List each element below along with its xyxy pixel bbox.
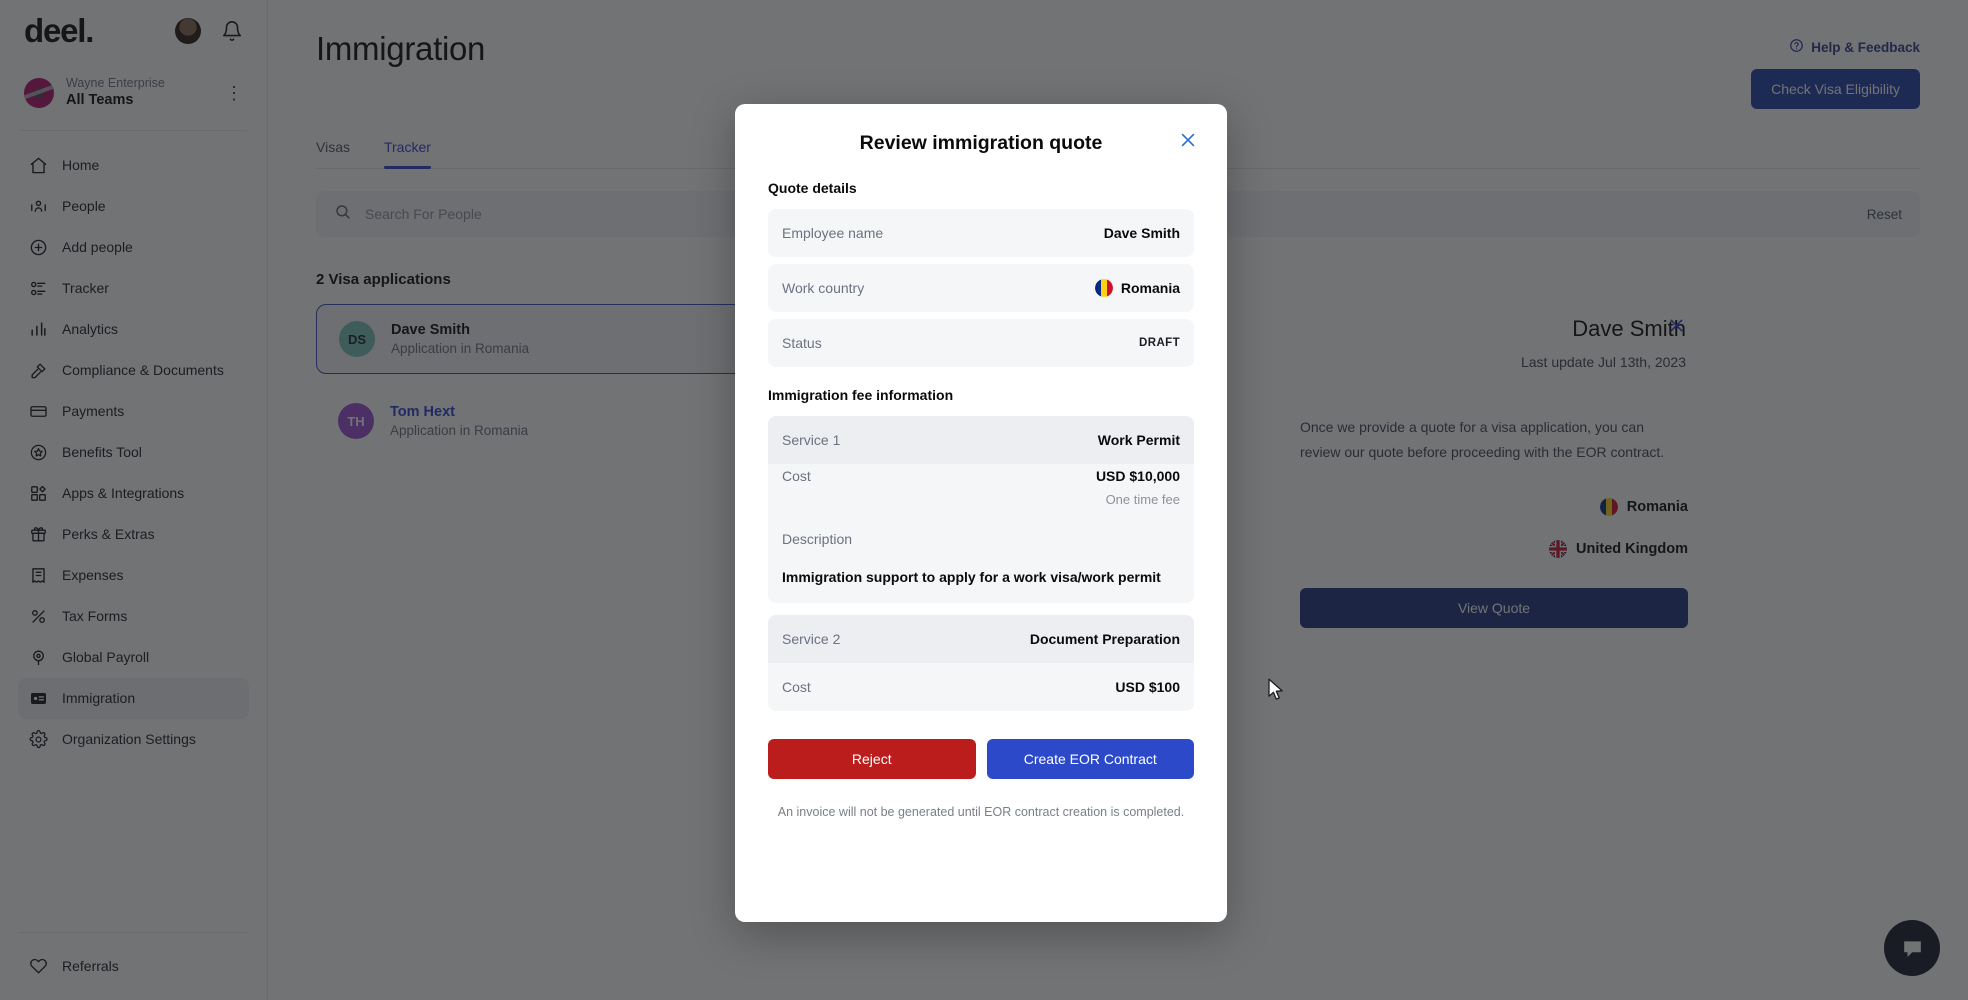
fee-information-title: Immigration fee information: [768, 387, 1194, 403]
quote-row-work-country: Work country Romania: [768, 264, 1194, 312]
service-1-cost-note: One time fee: [782, 492, 1180, 507]
reject-button[interactable]: Reject: [768, 739, 976, 779]
service-1-group: Service 1 Work Permit Cost USD $10,000 O…: [768, 416, 1194, 603]
row-label: Service 1: [782, 432, 840, 448]
service-1-description: Description Immigration support to apply…: [768, 521, 1194, 603]
row-label: Cost: [782, 468, 811, 484]
quote-details-group-status: Status DRAFT: [768, 319, 1194, 367]
modal-header: Review immigration quote: [768, 126, 1194, 160]
close-icon[interactable]: [1178, 130, 1198, 155]
service-1-cost-top: Cost USD $10,000: [782, 468, 1180, 484]
row-value: Romania: [1121, 280, 1180, 296]
row-value: USD $10,000: [1096, 468, 1180, 484]
row-label: Employee name: [782, 225, 883, 241]
service-1-row: Service 1 Work Permit: [768, 416, 1194, 464]
row-value: Work Permit: [1098, 432, 1180, 448]
quote-details-title: Quote details: [768, 180, 1194, 196]
service-1-cost: Cost USD $10,000 One time fee: [768, 464, 1194, 521]
quote-details-group-country: Work country Romania: [768, 264, 1194, 312]
romania-flag-icon: [1095, 279, 1113, 297]
row-value-wrap: Romania: [1095, 279, 1180, 297]
row-spacer: [768, 603, 1194, 615]
row-label: Work country: [782, 280, 864, 296]
modal-footnote: An invoice will not be generated until E…: [768, 805, 1194, 819]
review-immigration-quote-modal: Review immigration quote Quote details E…: [735, 104, 1227, 922]
status-badge: DRAFT: [1139, 337, 1180, 349]
row-value: Dave Smith: [1104, 225, 1180, 241]
quote-row-status: Status DRAFT: [768, 319, 1194, 367]
row-value: USD $100: [1115, 679, 1180, 695]
row-value: Document Preparation: [1030, 631, 1180, 647]
quote-details-group: Employee name Dave Smith: [768, 209, 1194, 257]
modal-title: Review immigration quote: [860, 132, 1103, 155]
service-2-row: Service 2 Document Preparation: [768, 615, 1194, 663]
row-spacer: [768, 312, 1194, 319]
row-label: Service 2: [782, 631, 840, 647]
row-value: Immigration support to apply for a work …: [782, 569, 1180, 585]
create-eor-contract-button[interactable]: Create EOR Contract: [987, 739, 1195, 779]
row-label: Description: [782, 531, 1180, 547]
row-label: Status: [782, 335, 822, 351]
row-spacer: [768, 257, 1194, 264]
service-2-cost-row: Cost USD $100: [768, 663, 1194, 711]
modal-actions: Reject Create EOR Contract: [768, 739, 1194, 779]
row-label: Cost: [782, 679, 811, 695]
quote-row-employee-name: Employee name Dave Smith: [768, 209, 1194, 257]
app-root: deel. Wayne Enterprise All Teams: [0, 0, 1968, 1000]
service-2-group: Service 2 Document Preparation Cost USD …: [768, 615, 1194, 711]
